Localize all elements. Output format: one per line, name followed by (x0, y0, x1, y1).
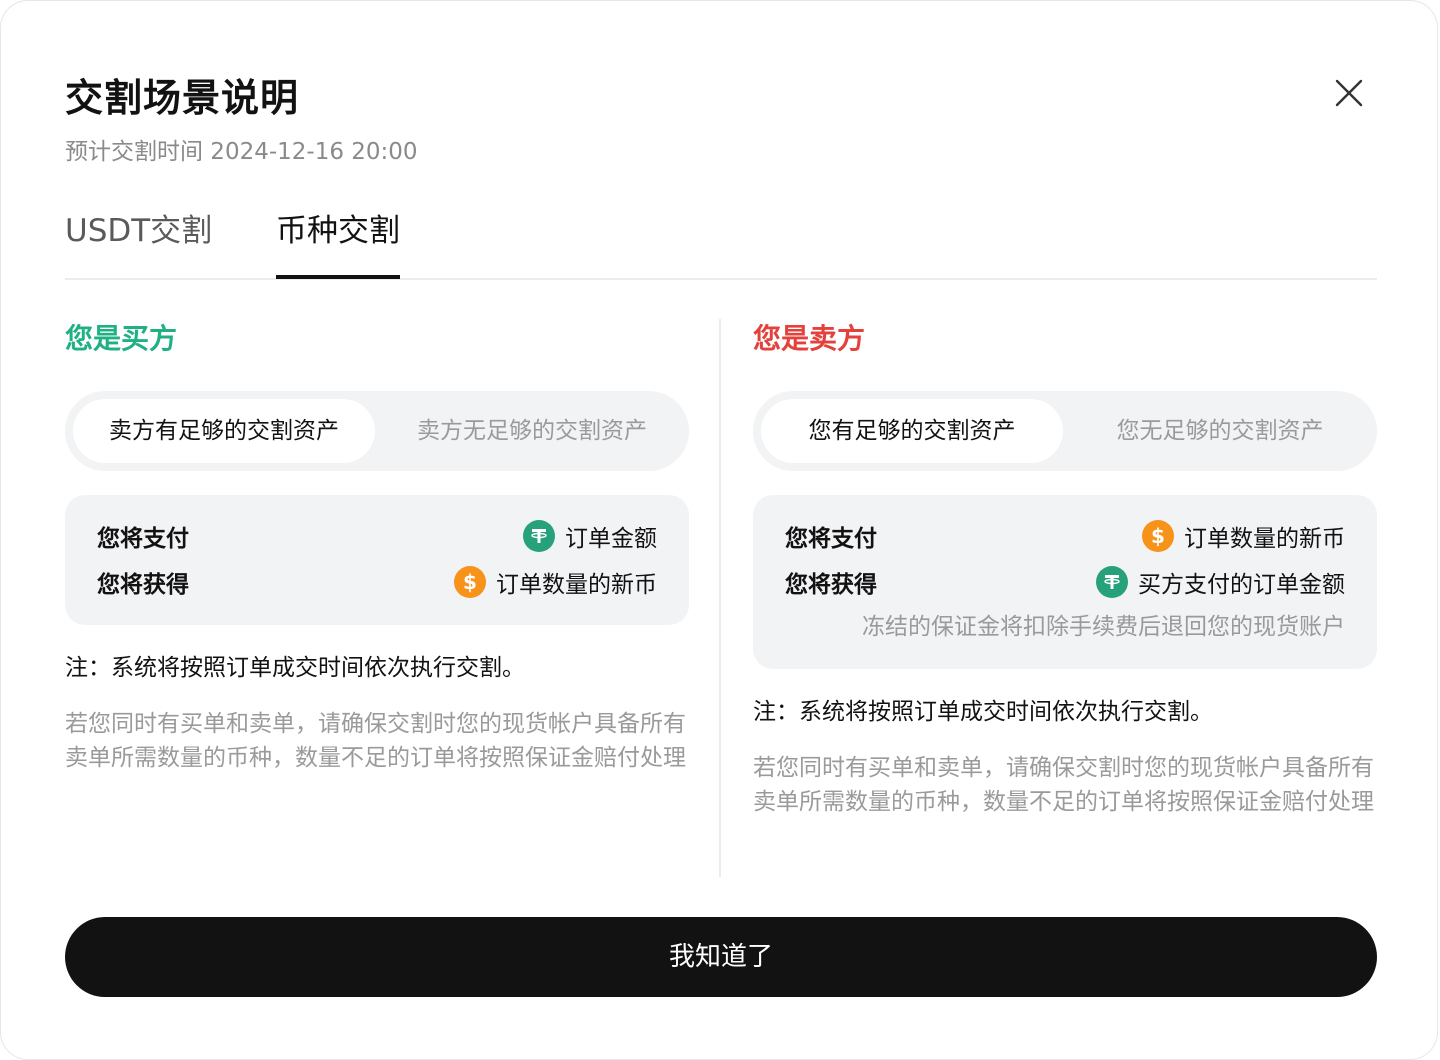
receive-value-text: 买方支付的订单金额 (1138, 572, 1345, 598)
pay-label: 您将支付 (97, 526, 189, 552)
tab-usdt-delivery[interactable]: USDT交割 (65, 205, 212, 276)
dollar-coin-icon: $ (454, 566, 486, 598)
receive-row: 您将获得 买方支付的订单金额 (785, 559, 1345, 605)
receive-value: $ 订单数量的新币 (454, 565, 657, 599)
pay-label: 您将支付 (785, 526, 877, 552)
seller-note: 注：系统将按照订单成交时间依次执行交割。 (753, 699, 1213, 725)
modal-title: 交割场景说明 (65, 76, 300, 120)
buyer-column: 您是买方 卖方有足够的交割资产 卖方无足够的交割资产 您将支付 订单金额 您将获… (65, 319, 689, 775)
seller-role-title: 您是卖方 (753, 322, 866, 355)
seller-segmented-control: 您有足够的交割资产 您无足够的交割资产 (753, 391, 1377, 471)
confirm-button[interactable]: 我知道了 (65, 917, 1377, 997)
delivery-type-tabs: USDT交割 币种交割 (65, 201, 1377, 280)
receive-label: 您将获得 (785, 572, 877, 598)
segment-you-lack-assets[interactable]: 您无足够的交割资产 (1071, 399, 1369, 463)
pay-row: 您将支付 订单金额 (97, 513, 657, 559)
margin-refund-text: 冻结的保证金将扣除手续费后退回您的现货账户 (862, 614, 1345, 640)
pay-row: 您将支付 $ 订单数量的新币 (785, 513, 1345, 559)
close-icon[interactable] (1327, 71, 1371, 115)
buyer-tip: 若您同时有买单和卖单，请确保交割时您的现货帐户具备所有卖单所需数量的币种，数量不… (65, 711, 686, 771)
segment-you-have-assets[interactable]: 您有足够的交割资产 (761, 399, 1063, 463)
tab-coin-delivery[interactable]: 币种交割 (276, 205, 400, 279)
buyer-role-title: 您是买方 (65, 322, 178, 355)
buyer-note: 注：系统将按照订单成交时间依次执行交割。 (65, 655, 525, 681)
pay-value-text: 订单金额 (565, 526, 657, 552)
receive-value-text: 订单数量的新币 (496, 572, 657, 598)
segment-seller-lacks-assets[interactable]: 卖方无足够的交割资产 (383, 399, 681, 463)
dollar-coin-icon: $ (1142, 520, 1174, 552)
seller-column: 您是卖方 您有足够的交割资产 您无足够的交割资产 您将支付 $ 订单数量的新币 … (753, 319, 1377, 819)
pay-value-text: 订单数量的新币 (1184, 526, 1345, 552)
receive-label: 您将获得 (97, 572, 189, 598)
column-divider (719, 319, 721, 877)
receive-row: 您将获得 $ 订单数量的新币 (97, 559, 657, 605)
pay-value: $ 订单数量的新币 (1142, 519, 1345, 553)
delivery-scenario-modal: 交割场景说明 预计交割时间 2024-12-16 20:00 USDT交割 币种… (0, 0, 1438, 1060)
pay-value: 订单金额 (523, 519, 657, 553)
delivery-time: 预计交割时间 2024-12-16 20:00 (65, 139, 418, 165)
seller-settlement-card: 您将支付 $ 订单数量的新币 您将获得 买方支付的订单金额 冻结的保证金将扣除手… (753, 495, 1377, 669)
buyer-segmented-control: 卖方有足够的交割资产 卖方无足够的交割资产 (65, 391, 689, 471)
seller-tip: 若您同时有买单和卖单，请确保交割时您的现货帐户具备所有卖单所需数量的币种，数量不… (753, 755, 1374, 815)
receive-value: 买方支付的订单金额 (1096, 565, 1345, 599)
usdt-coin-icon (523, 520, 555, 552)
segment-seller-has-assets[interactable]: 卖方有足够的交割资产 (73, 399, 375, 463)
buyer-settlement-card: 您将支付 订单金额 您将获得 $ 订单数量的新币 (65, 495, 689, 625)
usdt-coin-icon (1096, 566, 1128, 598)
